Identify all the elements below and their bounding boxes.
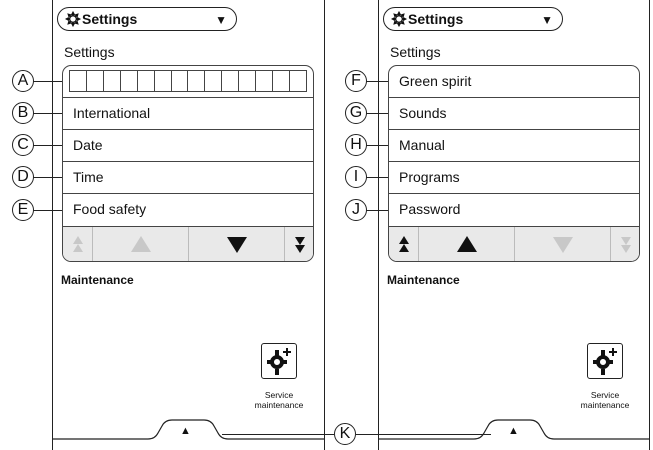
callout-leader [356, 434, 491, 436]
callout-k: K [334, 423, 356, 445]
callout-leader [366, 177, 388, 179]
callout-leader [33, 113, 62, 115]
callout-i: I [345, 166, 367, 188]
callout-c: C [12, 134, 34, 156]
callout-leader [366, 81, 388, 83]
callout-h: H [345, 134, 367, 156]
callout-leader [33, 145, 62, 147]
callout-leader [33, 177, 62, 179]
bottom-tab-outlines [53, 419, 649, 440]
callout-e: E [12, 199, 34, 221]
callout-a: A [12, 70, 34, 92]
callout-j: J [345, 199, 367, 221]
callout-g: G [345, 102, 367, 124]
callout-leader [366, 210, 388, 212]
callout-b: B [12, 102, 34, 124]
callout-leader [33, 210, 62, 212]
callout-leader [222, 434, 334, 436]
callout-leader [366, 145, 388, 147]
callout-leader [366, 113, 388, 115]
callout-d: D [12, 166, 34, 188]
callout-leader [33, 81, 62, 83]
callout-f: F [345, 70, 367, 92]
